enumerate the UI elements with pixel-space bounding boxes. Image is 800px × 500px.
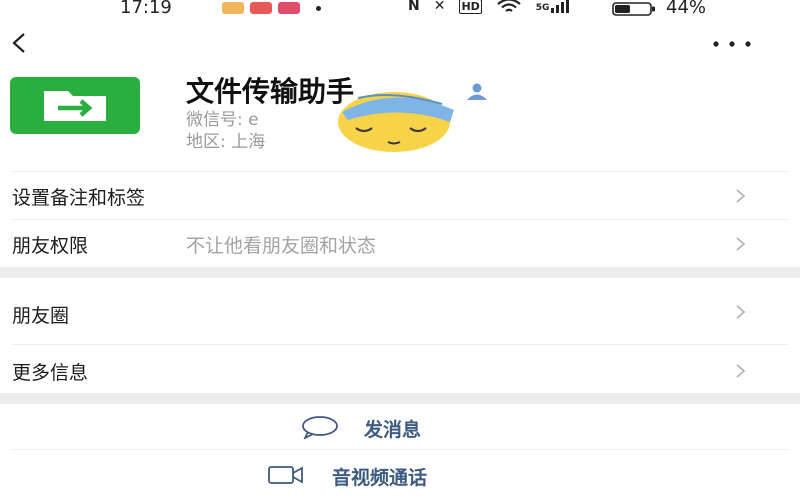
status-bar: 17:19 N ✕ HD 5G 44%: [0, 0, 800, 18]
chat-bubble-icon: [302, 416, 338, 439]
signal-icon: 5G: [536, 0, 570, 13]
chevron-right-icon: [736, 189, 746, 203]
audio-video-call-button[interactable]: 音视频通话: [0, 450, 800, 500]
send-message-label: 发消息: [364, 419, 422, 441]
audio-video-call-label: 音视频通话: [332, 467, 428, 489]
back-button[interactable]: [6, 28, 34, 58]
system-icons: N ✕ HD 5G: [408, 0, 570, 14]
app-notification-icon: [278, 2, 300, 14]
nfc-icon: N: [408, 0, 420, 14]
app-notification-icon: [222, 2, 244, 14]
more-options-button[interactable]: [710, 36, 754, 50]
more-info-row[interactable]: 更多信息: [0, 345, 800, 393]
more-notifications-dot-icon: [316, 5, 321, 11]
battery-percent: 44%: [666, 0, 707, 18]
more-dots-icon: [713, 41, 751, 47]
section-gap: [0, 393, 800, 404]
wifi-icon: [497, 0, 521, 12]
row-label: 朋友权限: [12, 235, 89, 257]
section-gap: [0, 267, 800, 278]
sleeping-emoji-sticker: [338, 92, 454, 152]
send-message-button[interactable]: 发消息: [0, 404, 800, 449]
moments-row[interactable]: 朋友圈: [0, 278, 800, 344]
mute-icon: ✕: [433, 0, 446, 14]
network-type-label: 5G: [535, 3, 550, 13]
row-label: 更多信息: [12, 362, 89, 384]
avatar[interactable]: [10, 77, 140, 134]
row-value: 不让他看朋友圈和状态: [186, 235, 377, 257]
status-time: 17:19: [120, 0, 172, 18]
app-notification-icon: [250, 2, 272, 14]
chevron-right-icon: [736, 237, 746, 251]
friend-permissions-row[interactable]: 朋友权限 不让他看朋友圈和状态: [0, 220, 800, 267]
video-camera-icon: [268, 466, 303, 484]
row-label: 朋友圈: [12, 305, 70, 327]
hd-icon: HD: [459, 0, 482, 14]
battery-icon: [612, 2, 655, 16]
chevron-right-icon: [736, 305, 746, 319]
chevron-left-icon: [12, 33, 25, 53]
notification-icons: [222, 2, 321, 14]
set-remark-and-tags-row[interactable]: 设置备注和标签: [0, 172, 800, 219]
chevron-right-icon: [736, 364, 746, 378]
file-transfer-icon: [44, 91, 106, 121]
region: 地区: 上海: [186, 132, 266, 152]
row-label: 设置备注和标签: [12, 187, 146, 209]
